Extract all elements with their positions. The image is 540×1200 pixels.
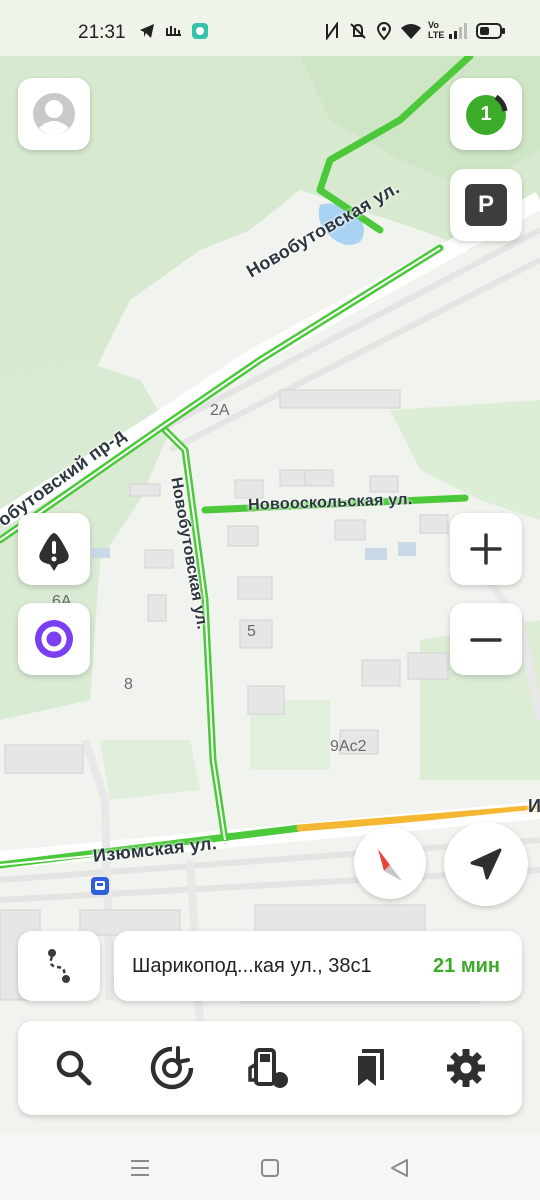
compass-icon	[378, 849, 402, 881]
search-icon	[56, 1050, 92, 1086]
route-overview-button[interactable]	[18, 931, 100, 1001]
traffic-level: 1	[480, 103, 492, 125]
compass-button[interactable]	[354, 827, 426, 899]
wifi-icon	[400, 22, 422, 46]
location-icon	[376, 22, 392, 46]
street-label-izyumskaya-right: И	[528, 796, 540, 816]
music-button[interactable]	[148, 1044, 196, 1092]
bookmarks-button[interactable]	[344, 1044, 392, 1092]
report-incident-button[interactable]	[18, 513, 90, 585]
warning-icon	[39, 533, 69, 571]
home-icon	[261, 1159, 279, 1177]
status-bar: 21:31 Vo LTE	[0, 0, 540, 56]
settings-button[interactable]	[442, 1044, 490, 1092]
my-location-button[interactable]	[444, 822, 528, 906]
app-notification-icon	[191, 22, 209, 46]
back-icon	[391, 1159, 408, 1177]
fuel-button[interactable]	[246, 1044, 294, 1092]
minus-icon	[470, 638, 502, 642]
route-eta: 21 мин	[433, 955, 500, 977]
search-button[interactable]	[50, 1044, 98, 1092]
house-number: 9Ас2	[330, 738, 367, 755]
plus-icon	[470, 533, 502, 565]
route-summary[interactable]: Шарикопод...кая ул., 38с1 21 мин	[114, 931, 522, 1001]
signal-icon	[448, 22, 470, 46]
alice-icon	[35, 620, 73, 658]
gear-icon	[447, 1049, 485, 1087]
nfc-icon	[324, 20, 340, 46]
parking-label: P	[477, 191, 494, 218]
mute-icon	[348, 22, 368, 46]
house-number: 8	[124, 676, 133, 693]
house-number: 2А	[210, 402, 230, 419]
volte-label: Vo LTE	[428, 20, 445, 40]
recent-apps-button[interactable]	[120, 1153, 160, 1183]
location-arrow-icon	[470, 848, 502, 880]
profile-icon	[33, 93, 75, 135]
route-icon	[48, 949, 70, 983]
profile-button[interactable]	[18, 78, 90, 150]
bookmarks-icon	[358, 1049, 384, 1086]
traffic-button[interactable]: 1	[450, 78, 522, 150]
usb-icon	[164, 22, 184, 46]
bus-stop-icon[interactable]	[91, 877, 109, 895]
menu-icon	[131, 1160, 149, 1176]
battery-icon	[476, 22, 506, 46]
alice-button[interactable]	[18, 603, 90, 675]
route-destination: Шарикопод...кая ул., 38с1	[132, 955, 372, 977]
zoom-out-button[interactable]	[450, 603, 522, 675]
parking-icon: P	[465, 184, 507, 226]
zoom-in-button[interactable]	[450, 513, 522, 585]
fuel-icon	[248, 1048, 288, 1088]
home-button[interactable]	[250, 1153, 290, 1183]
parking-button[interactable]: P	[450, 169, 522, 241]
system-nav-bar	[0, 1133, 540, 1200]
back-button[interactable]	[380, 1153, 420, 1183]
house-number: 5	[247, 623, 256, 640]
status-time: 21:31	[78, 22, 126, 43]
telegram-icon	[138, 22, 156, 46]
music-icon	[150, 1046, 194, 1090]
bottom-toolbar	[18, 1021, 522, 1115]
